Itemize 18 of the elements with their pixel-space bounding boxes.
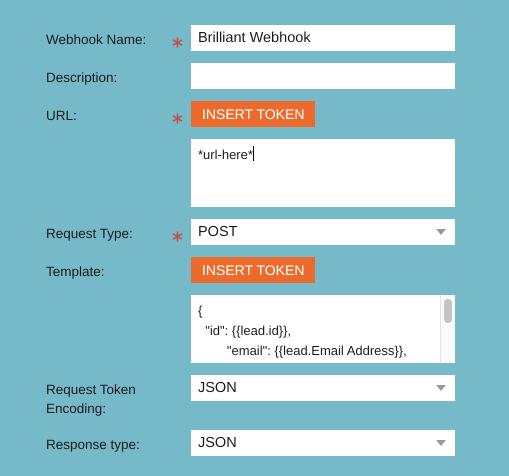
field-label: Template: [46,263,106,281]
text-field[interactable] [191,63,455,89]
field-label: Request Type: [46,225,134,243]
field-label: Request Token Encoding: [46,381,137,418]
dropdown[interactable]: JSON [191,430,455,456]
text-area[interactable]: { "id": {{lead.id}}, "email": {{lead.Email Address}}, [191,295,455,363]
text-field[interactable]: Brilliant Webhook [191,25,455,51]
field-label: Response type: [46,436,141,454]
dropdown[interactable]: POST [191,219,455,245]
scrollbar[interactable] [440,295,455,363]
dropdown[interactable]: JSON [191,375,455,401]
field-label: Description: [46,69,118,87]
field-label: Webhook Name: [46,31,148,49]
caret-icon [436,385,446,391]
caret-icon [436,229,446,235]
caret-icon [436,440,446,446]
field-label: URL: [46,107,78,125]
text-area[interactable]: *url-here* [191,139,455,207]
